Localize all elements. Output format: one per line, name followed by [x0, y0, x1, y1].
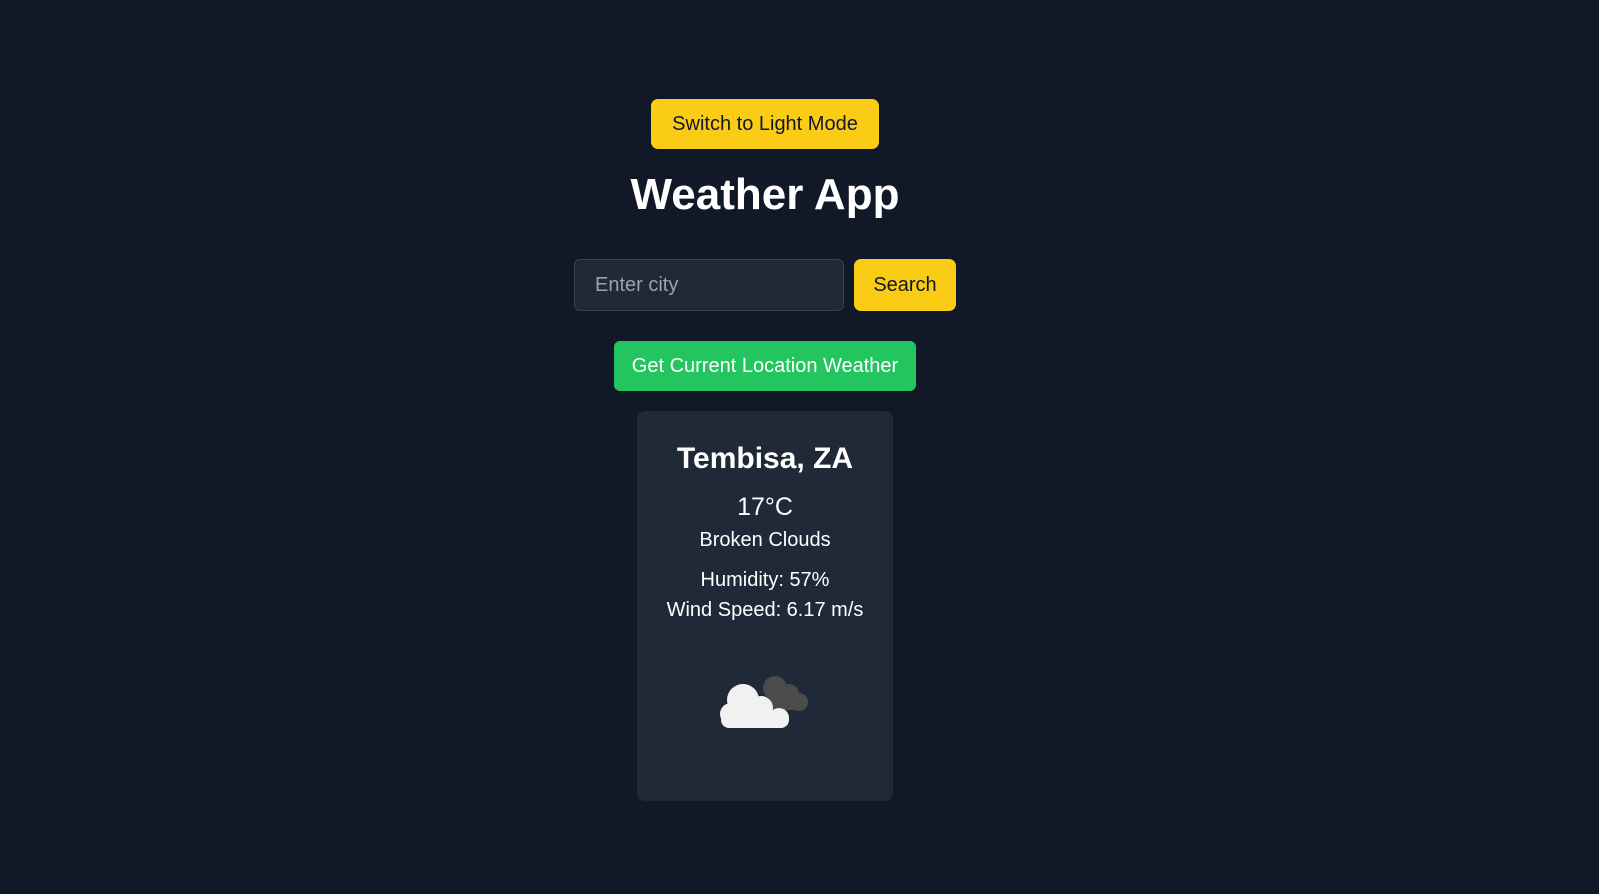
temperature: 17°C — [737, 493, 793, 521]
current-location-button[interactable]: Get Current Location Weather — [614, 341, 916, 391]
page-title: Weather App — [630, 170, 900, 219]
humidity: Humidity: 57% — [700, 569, 830, 591]
search-button[interactable]: Search — [854, 259, 956, 311]
weather-card: Tembisa, ZA 17°C Broken Clouds Humidity:… — [637, 411, 893, 801]
weather-app: Switch to Light Mode Weather App Search … — [0, 0, 1599, 894]
weather-description: Broken Clouds — [699, 529, 831, 551]
city-name: Tembisa, ZA — [676, 442, 854, 475]
broken-clouds-icon — [720, 676, 808, 728]
theme-toggle-button[interactable]: Switch to Light Mode — [651, 99, 879, 149]
city-search-input[interactable] — [574, 259, 844, 311]
wind-speed: Wind Speed: 6.17 m/s — [666, 599, 864, 621]
